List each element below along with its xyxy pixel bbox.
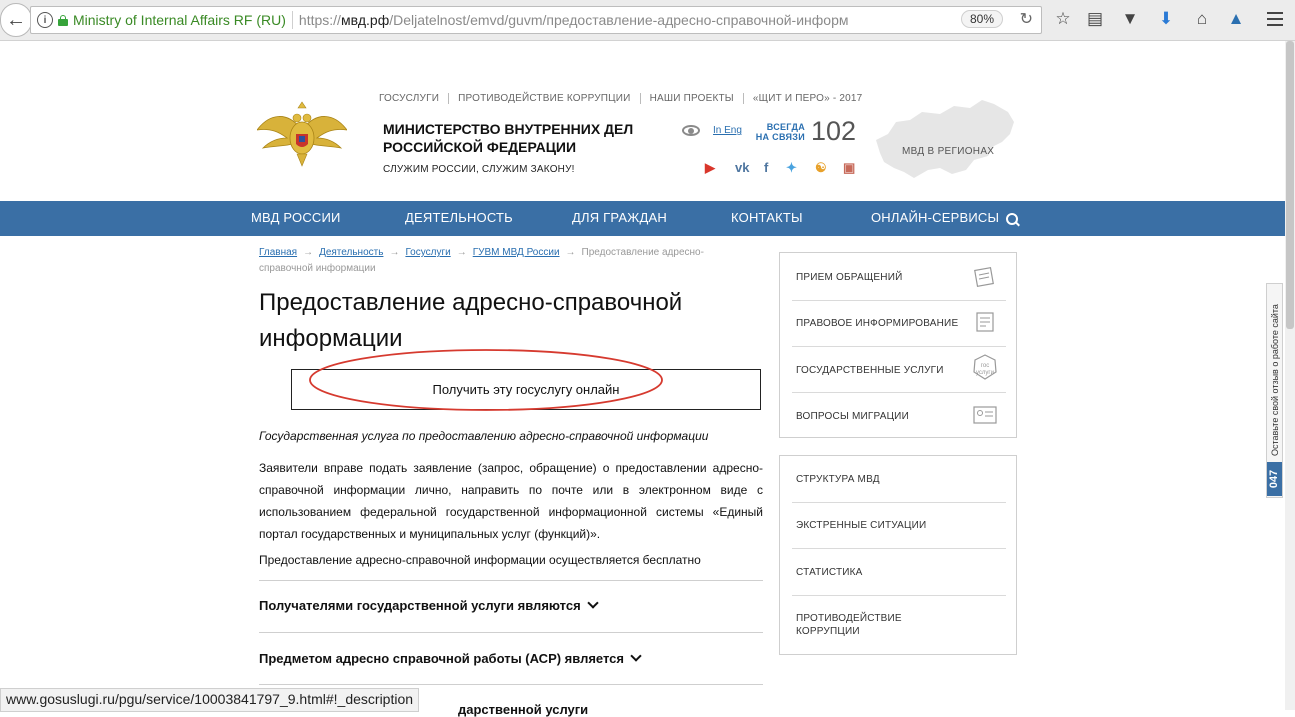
legal-document-icon[interactable] xyxy=(972,309,998,335)
sidebar-item-emergencies[interactable]: ЭКСТРЕННЫЕ СИТУАЦИИ xyxy=(796,519,1006,532)
accordion-divider xyxy=(259,684,763,685)
twitter-icon[interactable]: ✦ xyxy=(786,160,797,176)
regions-label[interactable]: МВД В РЕГИОНАХ xyxy=(902,146,994,157)
url-text[interactable]: https://мвд.рф/Deljatelnost/emvd/guvm/пр… xyxy=(299,12,849,28)
sidebar-services-box: ПРИЕМ ОБРАЩЕНИЙ ПРАВОВОЕ ИНФОРМИРОВАНИЕ … xyxy=(779,252,1017,438)
page-title: Предоставление адресно-справочной информ… xyxy=(259,289,683,352)
breadcrumb-arrow-icon: → xyxy=(303,247,314,258)
reader-list-icon[interactable]: ▤ xyxy=(1084,9,1106,29)
breadcrumb-home[interactable]: Главная xyxy=(259,247,297,258)
odnoklassniki-icon[interactable]: ☯ xyxy=(815,160,827,176)
russia-map-icon[interactable] xyxy=(870,98,1015,180)
back-arrow-icon[interactable]: ← xyxy=(0,3,32,37)
always-connected-label: ВСЕГДА НА СВЯЗИ xyxy=(752,122,805,142)
breadcrumb-arrow-icon: → xyxy=(389,247,400,258)
sidebar-item-anticorruption[interactable]: ПРОТИВОДЕЙСТВИЕ КОРРУПЦИИ xyxy=(796,612,926,638)
top-link-projects[interactable]: НАШИ ПРОЕКТЫ xyxy=(639,93,743,104)
url-separator xyxy=(291,11,293,29)
url-prefix: https:// xyxy=(298,12,341,28)
ministry-title-line2: РОССИЙСКОЙ ФЕДЕРАЦИИ xyxy=(383,139,577,155)
application-paragraph: Заявители вправе подать заявление (запро… xyxy=(259,461,763,541)
youtube-icon[interactable]: ▶ xyxy=(705,160,715,176)
eye-accessibility-icon[interactable] xyxy=(682,125,700,136)
bookmark-star-icon[interactable]: ☆ xyxy=(1052,9,1074,29)
accordion-asr-subject[interactable]: Предметом адресно справочной работы (АСР… xyxy=(259,649,642,666)
nav-contacts[interactable]: КОНТАКТЫ xyxy=(731,210,803,225)
always-line1: ВСЕГДА xyxy=(766,122,805,132)
accordion-recipients-label: Получателями государственной услуги явля… xyxy=(259,598,581,613)
nav-activity[interactable]: ДЕЯТЕЛЬНОСТЬ xyxy=(405,210,513,225)
sidebar-item-statistics[interactable]: СТАТИСТИКА xyxy=(796,566,1006,579)
breadcrumb-activity[interactable]: Деятельность xyxy=(319,247,383,258)
sidebar-divider xyxy=(792,502,1006,503)
top-link-anticorruption[interactable]: ПРОТИВОДЕЙСТВИЕ КОРРУПЦИИ xyxy=(448,93,639,104)
chevron-down-icon xyxy=(587,596,599,609)
sidebar-divider xyxy=(792,548,1006,549)
nav-mvd-russia[interactable]: МВД РОССИИ xyxy=(251,210,341,225)
sidebar-divider xyxy=(792,346,1006,347)
nav-for-citizens[interactable]: ДЛЯ ГРАЖДАН xyxy=(572,210,667,225)
document-pen-icon[interactable] xyxy=(972,263,998,289)
feedback-count-value: 047 xyxy=(1268,469,1281,489)
site-identity[interactable]: Ministry of Internal Affairs RF (RU) xyxy=(73,12,286,28)
chevron-down-icon xyxy=(630,649,642,662)
accordion-asr-label: Предметом адресно справочной работы (АСР… xyxy=(259,651,624,666)
top-link-shield-pen[interactable]: «ЩИТ И ПЕРО» - 2017 xyxy=(742,93,872,104)
info-icon[interactable]: i xyxy=(37,12,53,28)
zoom-level[interactable]: 80% xyxy=(960,10,1003,28)
free-of-charge-text: Предоставление адресно-справочной информ… xyxy=(259,553,701,567)
breadcrumb-gosuslugi[interactable]: Госуслуги xyxy=(405,247,450,258)
download-arrow-icon[interactable]: ⬇ xyxy=(1155,9,1177,29)
top-links: ГОСУСЛУГИ ПРОТИВОДЕЙСТВИЕ КОРРУПЦИИ НАШИ… xyxy=(379,93,871,104)
ministry-motto: СЛУЖИМ РОССИИ, СЛУЖИМ ЗАКОНУ! xyxy=(383,164,575,175)
double-eagle-emblem-icon[interactable] xyxy=(257,100,347,168)
url-host: мвд.рф xyxy=(340,12,390,28)
browser-toolbar: ← i Ministry of Internal Affairs RF (RU)… xyxy=(0,0,1295,41)
reload-icon[interactable]: ↻ xyxy=(1020,9,1033,29)
accordion-recipients[interactable]: Получателями государственной услуги явля… xyxy=(259,596,599,613)
ministry-title-line1: МИНИСТЕРСТВО ВНУТРЕННИХ ДЕЛ xyxy=(383,121,634,137)
url-path: /Deljatelnost/emvd/guvm/предоставление-а… xyxy=(389,12,849,28)
get-service-online-button[interactable]: Получить эту госуслугу онлайн xyxy=(291,369,761,410)
feedback-label[interactable]: Оставьте свой отзыв о работе сайта xyxy=(1270,304,1280,456)
sidebar-divider xyxy=(792,392,1006,393)
gosuslugi-badge-text: гос услуги xyxy=(976,363,994,376)
scrollbar-thumb[interactable] xyxy=(1286,41,1294,329)
service-description: Государственная услуга по предоставлению… xyxy=(259,429,709,443)
sync-icon[interactable]: ▲ xyxy=(1225,9,1247,29)
breadcrumb: Главная → Деятельность → Госуслуги → ГУВМ МВД … xyxy=(259,245,729,277)
nav-online-services[interactable]: ОНЛАЙН-СЕРВИСЫ xyxy=(871,210,999,225)
breadcrumb-guvm[interactable]: ГУВМ МВД России xyxy=(473,247,560,258)
accordion-divider xyxy=(259,580,763,581)
lock-icon xyxy=(58,14,68,26)
always-line2: НА СВЯЗИ xyxy=(755,132,805,142)
sidebar-item-structure[interactable]: СТРУКТУРА МВД xyxy=(796,473,1006,486)
main-navigation: МВД РОССИИ ДЕЯТЕЛЬНОСТЬ ДЛЯ ГРАЖДАН КОНТ… xyxy=(0,201,1285,236)
sidebar-divider xyxy=(792,300,1006,301)
breadcrumb-arrow-icon: → xyxy=(456,247,467,258)
feedback-counter[interactable]: 047 xyxy=(1267,462,1282,496)
hamburger-menu-icon[interactable] xyxy=(1267,12,1283,26)
link-status-bar: www.gosuslugi.ru/pgu/service/10003841797… xyxy=(0,688,420,712)
top-link-gosuslugi[interactable]: ГОСУСЛУГИ xyxy=(379,93,448,104)
sidebar-links-box: СТРУКТУРА МВД ЭКСТРЕННЫЕ СИТУАЦИИ СТАТИС… xyxy=(779,455,1017,655)
home-icon[interactable]: ⌂ xyxy=(1191,9,1213,29)
vk-icon[interactable]: vk xyxy=(735,160,749,175)
url-bar[interactable]: i Ministry of Internal Affairs RF (RU) h… xyxy=(30,6,1042,34)
breadcrumb-arrow-icon: → xyxy=(565,247,576,258)
id-card-icon[interactable] xyxy=(972,402,998,428)
sidebar-divider xyxy=(792,595,1006,596)
english-version-link[interactable]: In Eng xyxy=(713,125,742,136)
pocket-icon[interactable]: ▼ xyxy=(1119,9,1141,29)
accordion-divider xyxy=(259,632,763,633)
facebook-icon[interactable]: f xyxy=(764,160,768,175)
ministry-title[interactable]: МИНИСТЕРСТВО ВНУТРЕННИХ ДЕЛ РОССИЙСКОЙ Ф… xyxy=(383,120,673,156)
hotline-number[interactable]: 102 xyxy=(811,116,856,147)
search-icon[interactable] xyxy=(1006,213,1018,225)
instagram-icon[interactable]: ▣ xyxy=(843,160,855,176)
